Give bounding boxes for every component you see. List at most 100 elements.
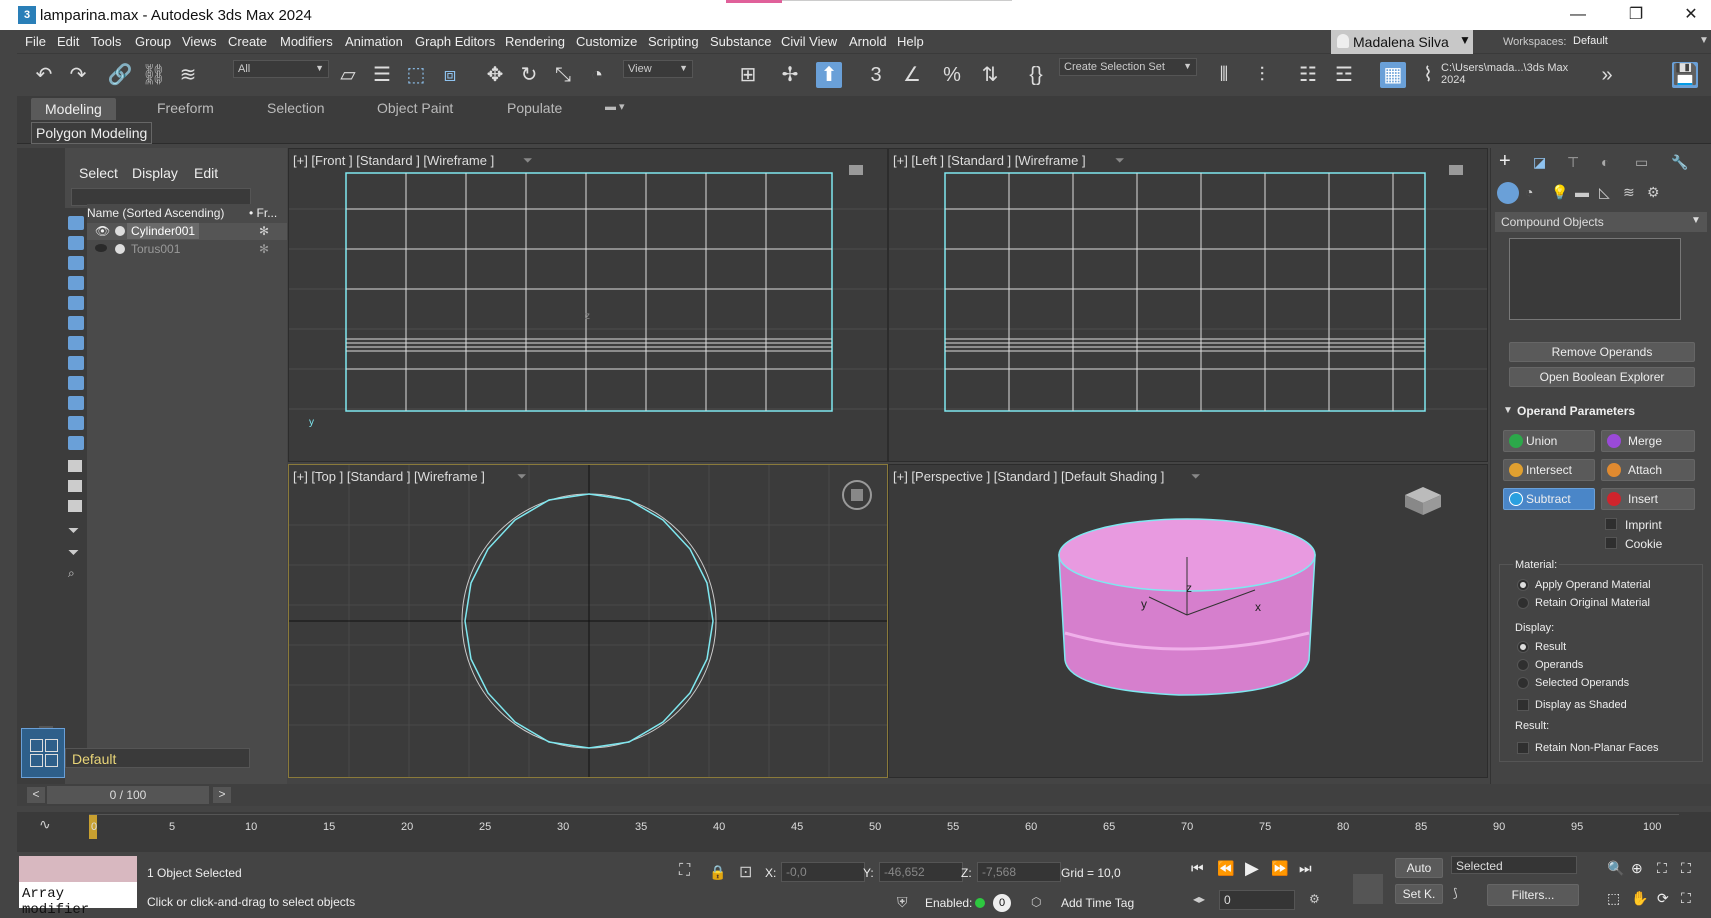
geometry-category-icon[interactable]: [1497, 182, 1519, 204]
menu-civil-view[interactable]: Civil View: [781, 34, 837, 49]
timeline-track[interactable]: 0 5 10 15 20 25 30 35 40 45 50 55 60 65 …: [89, 814, 1679, 848]
shield-icon[interactable]: ⛨: [897, 894, 908, 911]
eye-icon[interactable]: [95, 244, 107, 252]
maxscript-listener-pink[interactable]: [19, 856, 137, 884]
cameras-category-icon[interactable]: ▬: [1575, 184, 1589, 200]
z-coordinate-field[interactable]: -7,568: [977, 862, 1061, 882]
list-item[interactable]: 👁 Cylinder001 ✻: [87, 223, 287, 240]
frozen-column-header[interactable]: • Fr...: [249, 206, 277, 220]
name-column-header[interactable]: Name (Sorted Ascending): [87, 206, 224, 220]
selected-operands-radio[interactable]: [1517, 677, 1529, 689]
filter-icon[interactable]: ⏷: [68, 522, 79, 539]
modify-tab-icon[interactable]: ◪: [1533, 154, 1546, 171]
tab-modeling[interactable]: Modeling: [31, 98, 116, 120]
shapes-category-icon[interactable]: ◔: [1525, 184, 1533, 200]
bone-filter-icon[interactable]: [68, 376, 84, 390]
current-frame-field[interactable]: 0: [1219, 890, 1295, 910]
menu-animation[interactable]: Animation: [345, 34, 403, 49]
unlink-icon[interactable]: ⛓: [141, 62, 167, 88]
menu-arnold[interactable]: Arnold: [849, 34, 887, 49]
mini-curve-editor-icon[interactable]: ∿: [39, 816, 51, 833]
mirror-icon[interactable]: ⫴: [1211, 62, 1237, 88]
list-item[interactable]: Torus001 ✻: [87, 241, 287, 258]
select-by-name-icon[interactable]: ☰: [369, 62, 395, 88]
go-to-end-icon[interactable]: ⏭: [1299, 860, 1312, 877]
helper-filter-icon[interactable]: [68, 296, 84, 310]
go-to-start-icon[interactable]: ⏮: [1191, 860, 1204, 877]
polygon-modeling-button[interactable]: Polygon Modeling: [31, 122, 153, 144]
operand-parameters-title[interactable]: Operand Parameters: [1517, 404, 1635, 418]
menu-tools[interactable]: Tools: [91, 34, 121, 49]
y-coordinate-field[interactable]: -46,652: [879, 862, 963, 882]
reference-coordinate-dropdown[interactable]: View ▼: [623, 60, 693, 78]
menu-graph-editors[interactable]: Graph Editors: [415, 34, 495, 49]
left-viewport[interactable]: [+] [Left ] [Standard ] [Wireframe ] ⏷: [888, 148, 1488, 462]
utilities-tab-icon[interactable]: 🔧: [1671, 154, 1688, 171]
window-crossing-icon[interactable]: ⧈: [437, 62, 463, 88]
menu-file[interactable]: File: [25, 34, 46, 49]
time-slider[interactable]: < 0 / 100 >: [17, 784, 1711, 806]
named-selection-set-dropdown[interactable]: Create Selection Set ▼: [1059, 58, 1197, 76]
time-tag-icon[interactable]: ⬡: [1031, 895, 1041, 909]
frozen-filter-icon[interactable]: [68, 416, 84, 430]
toggle-ribbon-icon[interactable]: ▦: [1380, 62, 1406, 88]
next-frame-button[interactable]: >: [213, 787, 231, 803]
snaps-toggle-icon[interactable]: 3: [863, 62, 889, 88]
display-tab-icon[interactable]: ▭: [1635, 154, 1648, 171]
keyboard-shortcut-override-icon[interactable]: ⬆: [816, 62, 842, 88]
hidden-filter-icon[interactable]: [68, 436, 84, 450]
ribbon-options-icon[interactable]: ▬ ▾: [605, 100, 625, 113]
move-icon[interactable]: ✥: [482, 62, 508, 88]
menu-create[interactable]: Create: [228, 34, 267, 49]
display-all-icon[interactable]: [68, 460, 82, 472]
front-viewport[interactable]: z y [+] [Front ] [Standard ] [Wireframe …: [288, 148, 888, 462]
display-none-icon[interactable]: [68, 480, 82, 492]
rollout-collapse-icon[interactable]: ▼: [1503, 405, 1513, 416]
save-icon[interactable]: 💾: [1672, 62, 1698, 88]
timeline[interactable]: ∿ 0 5 10 15 20 25 30 35 40 45 50 55 60 6…: [17, 812, 1711, 852]
front-viewport-label[interactable]: [+] [Front ] [Standard ] [Wireframe ]: [293, 153, 494, 168]
menu-group[interactable]: Group: [135, 34, 171, 49]
menu-edit[interactable]: Edit: [57, 34, 79, 49]
explorer-column-header[interactable]: Name (Sorted Ascending) • Fr...: [87, 204, 287, 222]
key-mode-icon[interactable]: ◂▸: [1193, 892, 1205, 906]
operands-radio[interactable]: [1517, 659, 1529, 671]
perspective-viewport[interactable]: z y x [+] [Perspective ] [Standard ] [De…: [888, 464, 1488, 778]
placement-icon[interactable]: ◔: [584, 62, 610, 88]
tab-object-paint[interactable]: Object Paint: [377, 100, 453, 116]
find-icon[interactable]: ⌕: [68, 566, 75, 581]
explorer-tab-select[interactable]: Select: [79, 165, 118, 181]
retain-non-planar-checkbox[interactable]: [1517, 742, 1529, 754]
eye-icon[interactable]: 👁: [95, 224, 110, 238]
maxscript-mini-listener[interactable]: Array modifier: [19, 882, 137, 918]
bind-space-warp-icon[interactable]: ≋: [175, 62, 201, 88]
angle-snap-icon[interactable]: ∠: [899, 62, 925, 88]
spacewarps-category-icon[interactable]: ≋: [1623, 184, 1635, 201]
scene-explorer-icon[interactable]: ☷: [1295, 62, 1321, 88]
explorer-tab-edit[interactable]: Edit: [194, 165, 218, 181]
tab-populate[interactable]: Populate: [507, 100, 562, 116]
create-tab-icon[interactable]: +: [1499, 150, 1511, 173]
xref-filter-icon[interactable]: [68, 356, 84, 370]
systems-category-icon[interactable]: ⚙: [1647, 184, 1660, 201]
container-filter-icon[interactable]: [68, 396, 84, 410]
restore-button[interactable]: ❐: [1613, 4, 1659, 26]
operands-list[interactable]: [1509, 238, 1681, 320]
perspective-viewport-label[interactable]: [+] [Perspective ] [Standard ] [Default …: [893, 469, 1164, 484]
selection-lock-icon[interactable]: 🔒: [709, 864, 726, 881]
camera-filter-icon[interactable]: [68, 276, 84, 290]
workspaces-selector[interactable]: Workspaces: Default ▼: [1503, 30, 1711, 54]
project-path-dropdown[interactable]: C:\Users\mada...\3ds Max 2024: [1437, 60, 1589, 86]
enabled-count[interactable]: 0: [993, 894, 1011, 912]
expand-toolbar-icon[interactable]: »: [1594, 62, 1620, 88]
cookie-checkbox[interactable]: [1605, 537, 1617, 549]
remove-operands-button[interactable]: Remove Operands: [1509, 342, 1695, 362]
apply-operand-material-radio[interactable]: [1517, 579, 1529, 591]
display-invert-icon[interactable]: [68, 500, 82, 512]
viewport-layout-icon[interactable]: [21, 728, 65, 778]
add-time-tag[interactable]: Add Time Tag: [1061, 896, 1134, 910]
user-account-dropdown[interactable]: Madalena Silva ▼: [1331, 30, 1473, 54]
prev-frame-button[interactable]: <: [27, 787, 45, 803]
time-slider-thumb[interactable]: 0 / 100: [47, 786, 209, 804]
freeze-icon[interactable]: ✻: [259, 242, 269, 256]
